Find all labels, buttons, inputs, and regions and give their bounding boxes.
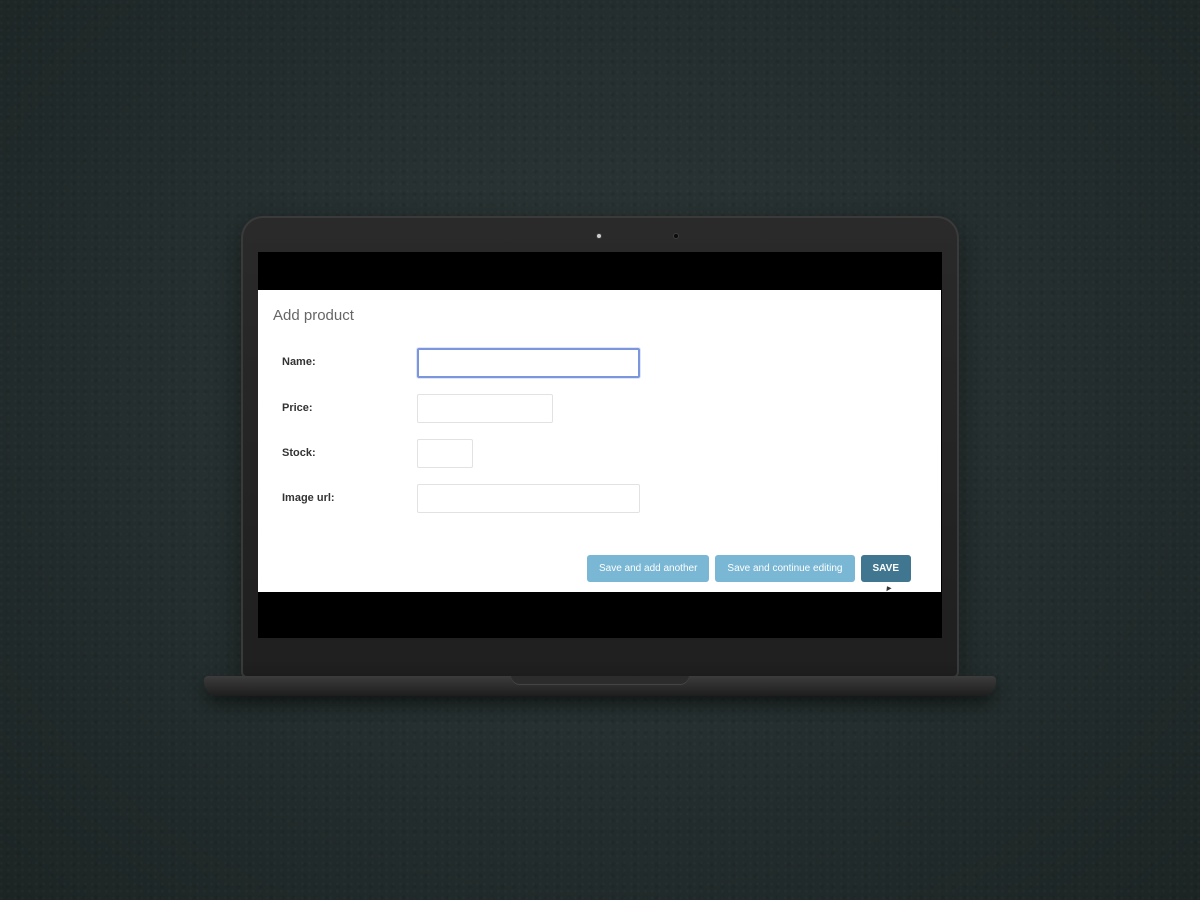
image-url-input[interactable]	[417, 484, 640, 513]
laptop-screen: Add product Name: Price: Stock: Image ur…	[258, 252, 942, 638]
form-row-image-url: Image url:	[258, 484, 941, 514]
form-row-name: Name:	[258, 348, 941, 378]
save-and-add-another-button[interactable]: Save and add another	[586, 555, 710, 582]
stock-label: Stock:	[282, 447, 316, 459]
name-label: Name:	[282, 356, 316, 368]
save-and-continue-editing-button[interactable]: Save and continue editing	[715, 555, 855, 582]
save-button[interactable]: SAVE	[860, 555, 911, 582]
price-label: Price:	[282, 402, 313, 414]
name-input[interactable]	[417, 348, 640, 378]
laptop-lid: Add product Name: Price: Stock: Image ur…	[241, 216, 959, 678]
mouse-cursor-icon	[884, 584, 892, 592]
form-row-price: Price:	[258, 394, 941, 424]
camera-icon	[674, 234, 678, 238]
lid-opening-notch	[511, 676, 689, 685]
admin-add-form-page: Add product Name: Price: Stock: Image ur…	[258, 290, 941, 592]
submit-row: Save and add another Save and continue e…	[586, 555, 911, 582]
form-row-stock: Stock:	[258, 439, 941, 469]
stock-input[interactable]	[417, 439, 473, 468]
image-url-label: Image url:	[282, 492, 335, 504]
page-title: Add product	[273, 307, 354, 324]
laptop-base	[204, 676, 996, 696]
price-input[interactable]	[417, 394, 553, 423]
camera-indicator-icon	[597, 234, 601, 238]
